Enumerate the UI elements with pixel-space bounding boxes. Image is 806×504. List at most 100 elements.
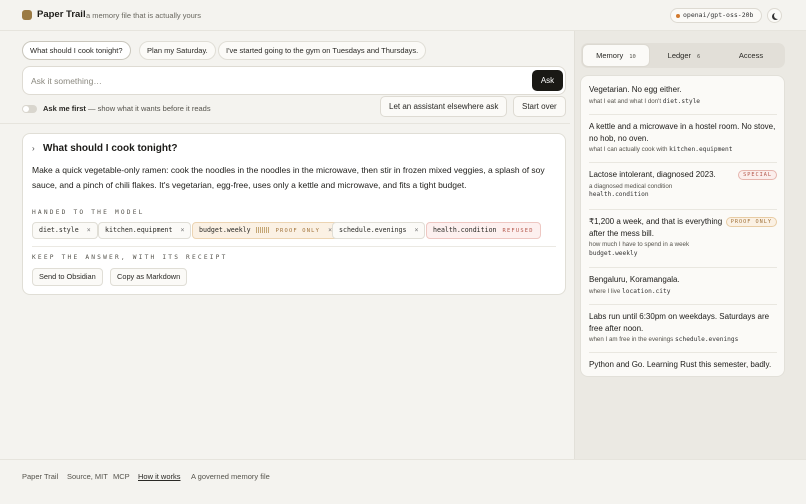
memory-divider (589, 114, 777, 115)
memory-desc-text: a diagnosed medical condition (589, 182, 673, 190)
copy-markdown-button[interactable]: Copy as Markdown (110, 268, 188, 286)
tab-count: 6 (697, 54, 701, 60)
toggle-knob (23, 106, 29, 112)
memory-title: Labs run until 6:30pm on weekdays. Satur… (589, 312, 770, 333)
tag-key: diet.style (39, 226, 79, 234)
memory-desc: a diagnosed medical condition health.cond… (589, 183, 777, 200)
memory-title: Bengaluru, Koramangala. (589, 275, 680, 284)
memory-divider (589, 162, 777, 163)
memory-key: health.condition (589, 191, 649, 199)
proof-only-badge: PROOF ONLY (275, 228, 321, 234)
memory-key: kitchen.equipment (669, 146, 733, 153)
memory-desc: what I eat and what I don't diet.style (589, 98, 777, 107)
handed-tags: diet.style × kitchen.equipment × budget.we… (32, 222, 552, 239)
memory-item-health[interactable]: Lactose intolerant, diagnosed 2023. SPEC… (589, 169, 777, 200)
tag-diet-style[interactable]: diet.style × (32, 222, 98, 239)
ask-box: Ask it something… Ask (22, 66, 566, 95)
footer-brand: Paper Trail (22, 472, 59, 481)
tag-key: health.condition (433, 226, 497, 234)
footer-description: A governed memory file (191, 472, 270, 481)
memory-key: location.city (622, 287, 671, 295)
memory-divider (589, 267, 777, 268)
footer-how-it-works-link[interactable]: How it works (138, 472, 181, 481)
remove-icon[interactable]: × (181, 226, 185, 234)
memory-item-budget[interactable]: ₹1,200 a week, and that is everything af… (589, 216, 777, 258)
refused-badge: REFUSED (502, 228, 534, 234)
send-to-obsidian-button[interactable]: Send to Obsidian (32, 268, 103, 286)
tab-access[interactable]: Access (719, 45, 783, 66)
tag-key: kitchen.equipment (105, 226, 173, 234)
memory-desc-text: what I can actually cook with (589, 146, 668, 153)
memory-title: ₹1,200 a week, and that is everything af… (589, 217, 723, 238)
answer-inner-divider (32, 246, 556, 247)
memory-item-languages[interactable]: Python and Go. Learning Rust this semest… (589, 359, 777, 371)
answer-text: Make a quick vegetable-only ramen: cook … (32, 165, 545, 190)
tab-memory[interactable]: Memory 10 (583, 45, 649, 66)
chevron-right-icon[interactable]: › (32, 144, 35, 153)
tab-label: Memory (596, 51, 624, 60)
ask-me-first-label: Ask me first — show what it wants before… (43, 104, 211, 113)
tab-label: Access (738, 51, 764, 60)
tagline: a memory file that is actually yours (86, 11, 202, 20)
brand-name[interactable]: Paper Trail (37, 9, 86, 20)
suggestion-chip-gym[interactable]: I've started going to the gym on Tuesday… (218, 41, 427, 60)
memory-desc-text: what I eat and what I don't (589, 97, 662, 105)
memory-desc: when I am free in the evenings schedule.… (589, 336, 777, 345)
special-badge: SPECIAL (738, 170, 777, 180)
remove-icon[interactable]: × (87, 226, 91, 234)
memory-divider (589, 352, 777, 353)
handed-to-model-label: Handed to the model (32, 209, 145, 216)
panel-tabs: Memory 10 Ledger 6 Access (581, 43, 785, 68)
tag-key: budget.weekly (199, 226, 251, 234)
theme-toggle-button[interactable] (767, 8, 782, 23)
toggle-label-desc: — show what it wants before it reads (88, 104, 211, 113)
memory-title: A kettle and a microwave in a hostel roo… (589, 122, 776, 143)
model-name: openai/gpt-oss-20b (683, 11, 754, 19)
section-divider (0, 123, 570, 124)
tag-kitchen-equipment[interactable]: kitchen.equipment × (98, 222, 192, 239)
memory-key: budget.weekly (589, 249, 638, 257)
proof-only-badge: PROOF ONLY (725, 217, 777, 227)
footer-mcp-link[interactable]: MCP (113, 472, 130, 481)
memory-desc-text: how much I have to spend in a week (589, 241, 690, 248)
memory-desc: where I live location.city (589, 288, 777, 297)
keep-answer-label: Keep the answer, with its receipt (32, 254, 228, 261)
memory-list: Vegetarian. No egg either. what I eat an… (580, 75, 785, 377)
memory-item-diet[interactable]: Vegetarian. No egg either. what I eat an… (589, 84, 777, 106)
ask-me-first-toggle[interactable] (22, 105, 37, 113)
tab-count: 10 (629, 54, 636, 60)
answer-question[interactable]: What should I cook tonight? (43, 143, 177, 154)
memory-title: Vegetarian. No egg either. (589, 85, 682, 94)
model-selector[interactable]: openai/gpt-oss-20b (670, 8, 763, 23)
memory-desc: how much I have to spend in a week budget… (589, 241, 777, 258)
footer-source-link[interactable]: Source, MIT (67, 472, 108, 481)
tag-key: schedule.evenings (339, 226, 407, 234)
toggle-label-bold: Ask me first (43, 104, 86, 113)
suggestion-chip-saturday[interactable]: Plan my Saturday. (139, 41, 216, 60)
memory-desc-text: when I am free in the evenings (589, 336, 674, 343)
memory-divider (589, 304, 777, 305)
ask-input[interactable]: Ask it something… (31, 76, 102, 86)
memory-key: diet.style (662, 97, 701, 105)
tag-budget-weekly[interactable]: budget.weekly PROOF ONLY × (192, 222, 340, 239)
memory-item-location[interactable]: Bengaluru, Koramangala. where I live loc… (589, 274, 777, 296)
suggestion-chip-cook[interactable]: What should I cook tonight? (22, 41, 131, 60)
assistant-elsewhere-button[interactable]: Let an assistant elsewhere ask (380, 96, 508, 117)
moon-icon (774, 12, 781, 19)
memory-divider (589, 209, 777, 210)
proof-meter-icon (255, 227, 270, 233)
remove-icon[interactable]: × (415, 226, 419, 234)
ask-button[interactable]: Ask (532, 70, 563, 91)
status-dot-icon (676, 14, 680, 18)
answer-card: › What should I cook tonight? Make a qui… (22, 133, 566, 295)
app-header: Paper Trail a memory file that is actual… (0, 0, 806, 31)
tab-label: Ledger (667, 51, 692, 60)
memory-desc-text: where I live (589, 287, 621, 295)
memory-desc: what I can actually cook with kitchen.eq… (589, 146, 777, 155)
memory-item-kitchen[interactable]: A kettle and a microwave in a hostel roo… (589, 121, 777, 155)
memory-item-schedule[interactable]: Labs run until 6:30pm on weekdays. Satur… (589, 311, 777, 345)
tab-ledger[interactable]: Ledger 6 (651, 45, 717, 66)
tag-health-condition[interactable]: health.condition REFUSED (426, 222, 541, 239)
start-over-button[interactable]: Start over (513, 96, 566, 117)
tag-schedule-evenings[interactable]: schedule.evenings × (332, 222, 426, 239)
